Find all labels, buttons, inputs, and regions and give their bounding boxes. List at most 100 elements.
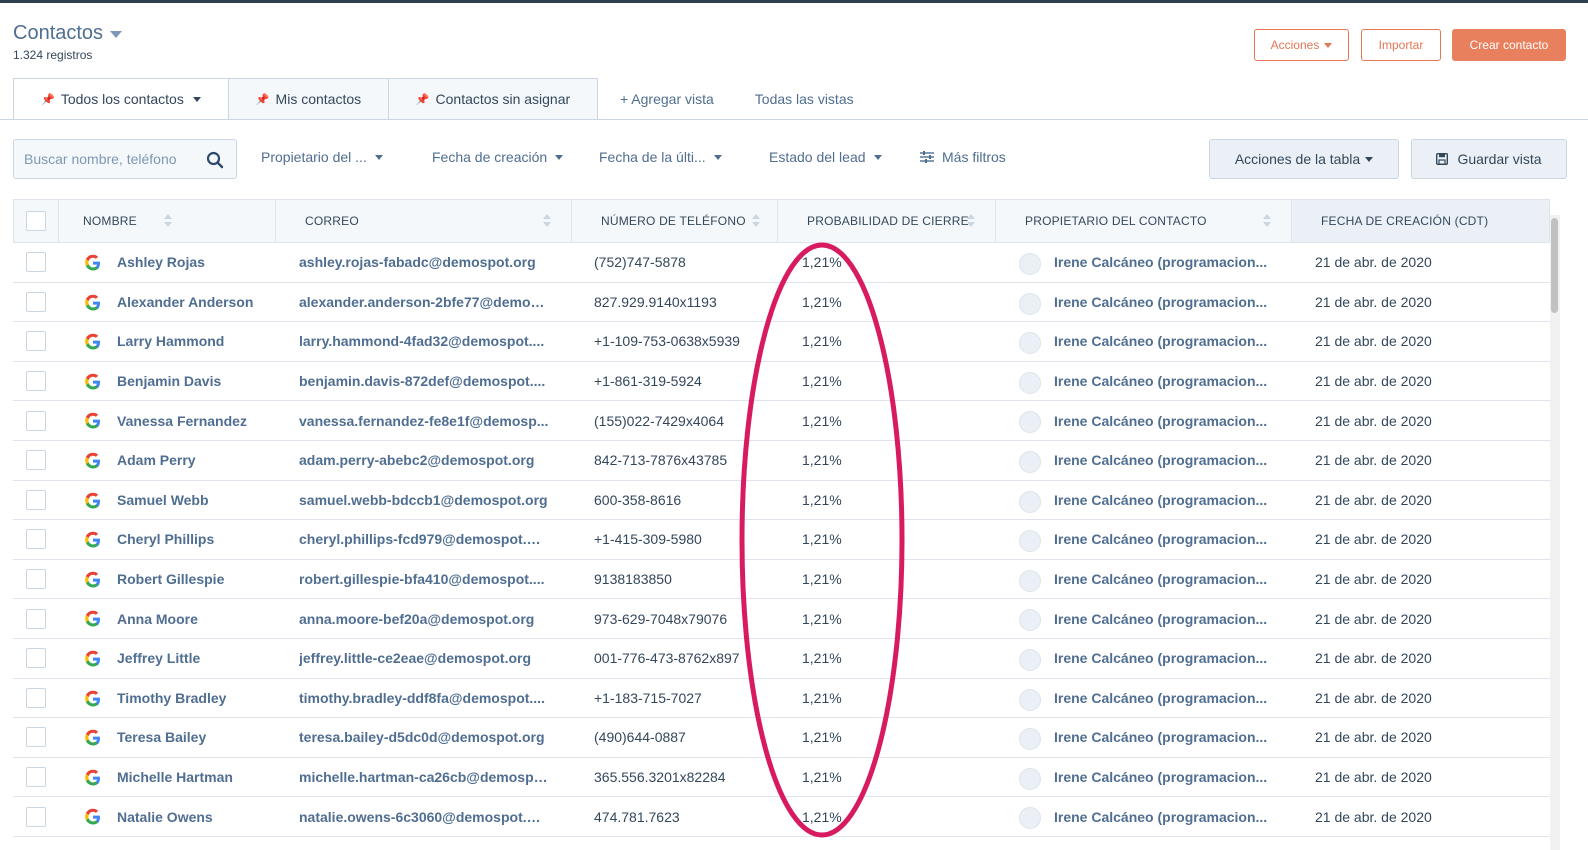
column-header-name[interactable]: NOMBRE — [59, 200, 276, 242]
contact-phone: 9138183850 — [594, 571, 672, 588]
row-checkbox[interactable] — [26, 727, 46, 748]
row-checkbox[interactable] — [26, 291, 46, 312]
owner-avatar — [1019, 253, 1041, 275]
contact-email: natalie.owens-6c3060@demospot.org — [299, 808, 549, 825]
tab-all-contacts[interactable]: 📌 Todos los contactos — [13, 78, 229, 120]
row-checkbox[interactable] — [26, 450, 46, 471]
contact-name-link[interactable]: Cheryl Phillips — [117, 531, 214, 547]
contact-owner: Irene Calcáneo (programacion... — [1054, 650, 1268, 667]
table-row[interactable]: Teresa Bailey teresa.bailey-d5dc0d@demosp… — [13, 718, 1550, 758]
contact-email: larry.hammond-4fad32@demospot.... — [299, 333, 545, 350]
row-checkbox[interactable] — [26, 529, 46, 550]
row-checkbox[interactable] — [26, 331, 46, 352]
contact-name-link[interactable]: Timothy Bradley — [117, 690, 226, 706]
contact-name-link[interactable]: Alexander Anderson — [117, 294, 253, 310]
column-header-created-date[interactable]: FECHA DE CREACIÓN (CDT) — [1292, 200, 1549, 242]
table-row[interactable]: Cheryl Phillips cheryl.phillips-fcd979@de… — [13, 520, 1550, 560]
row-checkbox[interactable] — [26, 371, 46, 392]
created-date: 21 de abr. de 2020 — [1315, 650, 1432, 667]
owner-avatar — [1019, 450, 1041, 473]
filter-last-activity-date[interactable]: Fecha de la últi... — [599, 149, 722, 165]
save-view-button[interactable]: Guardar vista — [1411, 139, 1567, 179]
import-button[interactable]: Importar — [1361, 29, 1441, 61]
table-row[interactable]: Alexander Anderson alexander.anderson-2bf… — [13, 283, 1550, 323]
actions-label: Acciones — [1270, 38, 1320, 52]
search-input[interactable] — [24, 151, 194, 167]
contact-phone: +1-109-753-0638x5939 — [594, 333, 740, 350]
google-icon — [83, 768, 103, 791]
sort-icon — [164, 214, 172, 228]
all-views-link[interactable]: Todas las vistas — [755, 78, 854, 120]
close-probability: 1,21% — [802, 333, 842, 350]
contact-name-link[interactable]: Teresa Bailey — [117, 729, 206, 745]
google-icon — [83, 649, 103, 672]
more-filters-button[interactable]: Más filtros — [920, 149, 1006, 165]
row-checkbox[interactable] — [26, 410, 46, 431]
filter-created-date[interactable]: Fecha de creación — [432, 149, 564, 165]
tab-unassigned-contacts[interactable]: 📌 Contactos sin asignar — [389, 78, 598, 120]
page-title-dropdown[interactable]: Contactos — [13, 22, 123, 45]
contact-name-link[interactable]: Benjamin Davis — [117, 373, 221, 389]
add-view-link[interactable]: + Agregar vista — [620, 78, 714, 120]
google-icon — [83, 570, 103, 593]
row-checkbox[interactable] — [26, 767, 46, 788]
table-row[interactable]: Benjamin Davis benjamin.davis-872def@demo… — [13, 362, 1550, 402]
sliders-icon — [920, 151, 934, 163]
table-row[interactable]: Michelle Hartman michelle.hartman-ca26cb@… — [13, 758, 1550, 798]
scrollbar-thumb[interactable] — [1551, 218, 1558, 313]
column-header-phone[interactable]: NÚMERO DE TELÉFONO — [572, 200, 778, 242]
table-row[interactable]: Adam Perry adam.perry-abebc2@demospot.org… — [13, 441, 1550, 481]
select-all-checkbox[interactable] — [26, 211, 46, 231]
contact-owner: Irene Calcáneo (programacion... — [1054, 293, 1268, 310]
tab-my-contacts[interactable]: 📌 Mis contactos — [229, 78, 389, 120]
contact-name-link[interactable]: Jeffrey Little — [117, 650, 200, 666]
create-contact-button[interactable]: Crear contacto — [1452, 29, 1566, 61]
contact-email: benjamin.davis-872def@demospot.... — [299, 373, 546, 390]
row-checkbox[interactable] — [26, 806, 46, 827]
contact-email: anna.moore-bef20a@demospot.org — [299, 610, 535, 627]
filter-label: Fecha de la últi... — [599, 149, 706, 165]
contact-name-link[interactable]: Ashley Rojas — [117, 254, 205, 270]
google-icon — [83, 411, 103, 434]
contact-name-link[interactable]: Natalie Owens — [117, 809, 213, 825]
search-icon[interactable] — [206, 151, 224, 169]
table-body: Ashley Rojas ashley.rojas-fabadc@demospot… — [13, 243, 1550, 837]
contact-name-link[interactable]: Adam Perry — [117, 452, 196, 468]
column-header-email[interactable]: CORREO — [276, 200, 572, 242]
tab-label: Contactos sin asignar — [435, 91, 571, 107]
contact-name-link[interactable]: Samuel Webb — [117, 492, 209, 508]
row-checkbox[interactable] — [26, 608, 46, 629]
table-row[interactable]: Samuel Webb samuel.webb-bdccb1@demospot.o… — [13, 481, 1550, 521]
owner-avatar — [1019, 411, 1041, 434]
row-checkbox[interactable] — [26, 687, 46, 708]
created-date: 21 de abr. de 2020 — [1315, 452, 1432, 469]
table-row[interactable]: Larry Hammond larry.hammond-4fad32@demosp… — [13, 322, 1550, 362]
contact-name-link[interactable]: Larry Hammond — [117, 333, 224, 349]
row-checkbox[interactable] — [26, 569, 46, 590]
sort-icon — [543, 214, 551, 228]
page-title: Contactos — [13, 22, 104, 44]
column-header-close-probability[interactable]: PROBABILIDAD DE CIERRE — [778, 200, 996, 242]
filter-contact-owner[interactable]: Propietario del ... — [261, 149, 383, 165]
table-row[interactable]: Jeffrey Little jeffrey.little-ce2eae@demo… — [13, 639, 1550, 679]
row-checkbox[interactable] — [26, 489, 46, 510]
contact-name-link[interactable]: Michelle Hartman — [117, 769, 233, 785]
table-actions-button[interactable]: Acciones de la tabla — [1209, 139, 1399, 179]
contact-name-link[interactable]: Vanessa Fernandez — [117, 413, 247, 429]
owner-avatar — [1019, 807, 1041, 830]
table-row[interactable]: Natalie Owens natalie.owens-6c3060@demosp… — [13, 797, 1550, 837]
contact-name-link[interactable]: Anna Moore — [117, 611, 198, 627]
actions-button[interactable]: Acciones — [1254, 29, 1349, 61]
table-row[interactable]: Vanessa Fernandez vanessa.fernandez-fe8e1… — [13, 401, 1550, 441]
table-row[interactable]: Ashley Rojas ashley.rojas-fabadc@demospot… — [13, 243, 1550, 283]
chevron-down-icon — [713, 154, 722, 160]
column-header-contact-owner[interactable]: PROPIETARIO DEL CONTACTO — [996, 200, 1292, 242]
contact-email: alexander.anderson-2bfe77@demos... — [299, 293, 549, 310]
table-row[interactable]: Anna Moore anna.moore-bef20a@demospot.org… — [13, 599, 1550, 639]
table-row[interactable]: Robert Gillespie robert.gillespie-bfa410@… — [13, 560, 1550, 600]
row-checkbox[interactable] — [26, 252, 46, 273]
table-row[interactable]: Timothy Bradley timothy.bradley-ddf8fa@de… — [13, 679, 1550, 719]
row-checkbox[interactable] — [26, 648, 46, 669]
filter-lead-status[interactable]: Estado del lead — [769, 149, 882, 165]
contact-name-link[interactable]: Robert Gillespie — [117, 571, 224, 587]
